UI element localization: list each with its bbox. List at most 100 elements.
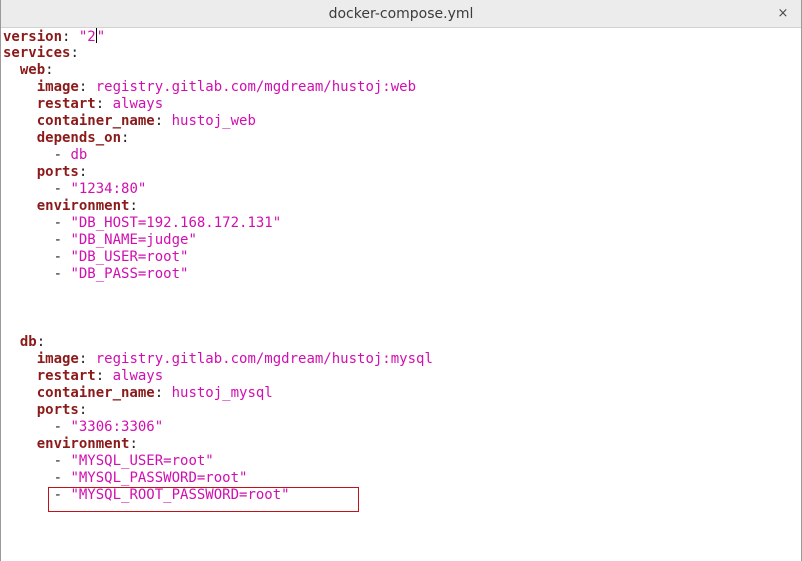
list-dash: - — [53, 453, 71, 469]
yaml-separator: : — [95, 96, 113, 112]
close-icon[interactable]: × — [773, 4, 793, 24]
yaml-value: hustoj_web — [171, 113, 256, 129]
yaml-value: "DB_HOST=192.168.172.131" — [70, 215, 282, 231]
list-dash: - — [53, 215, 71, 231]
yaml-key: depends_on — [36, 130, 122, 146]
yaml-key: restart — [36, 368, 96, 384]
yaml-value: "1234:80" — [70, 181, 147, 197]
yaml-value: "3306:3306" — [70, 419, 164, 435]
code-line: - "DB_USER=root" — [3, 249, 799, 266]
yaml-key: image — [36, 351, 79, 367]
list-dash: - — [53, 470, 71, 486]
yaml-key: restart — [36, 96, 96, 112]
yaml-key: environment — [36, 198, 130, 214]
text-editor-area[interactable]: version: "2" services: web: image: regist… — [3, 28, 799, 561]
yaml-value: db — [70, 147, 88, 163]
yaml-value: always — [112, 96, 164, 112]
yaml-key: environment — [36, 436, 130, 452]
yaml-value: "MYSQL_USER=root" — [70, 453, 214, 469]
code-line: restart: always — [3, 368, 799, 385]
yaml-key: services — [3, 45, 71, 61]
yaml-separator: : — [78, 402, 88, 418]
code-line: db: — [3, 334, 799, 351]
yaml-key: web — [19, 62, 46, 78]
code-line: - db — [3, 147, 799, 164]
yaml-value: "MYSQL_PASSWORD=root" — [70, 470, 248, 486]
list-dash: - — [53, 181, 71, 197]
yaml-separator: : — [45, 62, 54, 78]
title-bar: docker-compose.yml × — [1, 0, 801, 28]
editor-window: docker-compose.yml × version: "2" service… — [0, 0, 802, 561]
yaml-separator: : — [95, 368, 113, 384]
code-line: web: — [3, 62, 799, 79]
yaml-separator: : — [129, 436, 138, 452]
yaml-value: "DB_USER=root" — [70, 249, 189, 265]
code-line: services: — [3, 45, 799, 62]
code-line: - "DB_PASS=root" — [3, 266, 799, 283]
code-line: version: "2" — [3, 28, 799, 45]
yaml-value: "2" — [78, 28, 106, 45]
window-title: docker-compose.yml — [328, 6, 474, 22]
code-line: - "1234:80" — [3, 181, 799, 198]
code-line: ports: — [3, 402, 799, 419]
text-cursor — [95, 28, 97, 43]
yaml-value: always — [112, 368, 164, 384]
yaml-separator: : — [78, 164, 88, 180]
code-line: restart: always — [3, 96, 799, 113]
yaml-separator: : — [36, 334, 46, 350]
yaml-key: image — [36, 79, 79, 95]
yaml-key: container_name — [36, 385, 155, 401]
yaml-separator: : — [154, 113, 172, 129]
code-line: image: registry.gitlab.com/mgdream/husto… — [3, 79, 799, 96]
yaml-separator: : — [129, 198, 138, 214]
yaml-value: "DB_NAME=judge" — [70, 232, 197, 248]
code-line: - "DB_NAME=judge" — [3, 232, 799, 249]
code-line: environment: — [3, 198, 799, 215]
yaml-key: db — [19, 334, 37, 350]
list-dash: - — [53, 419, 71, 435]
list-dash: - — [53, 232, 71, 248]
code-line: image: registry.gitlab.com/mgdream/husto… — [3, 351, 799, 368]
code-line: container_name: hustoj_web — [3, 113, 799, 130]
yaml-separator: : — [62, 29, 79, 45]
yaml-key: container_name — [36, 113, 155, 129]
code-line: - "3306:3306" — [3, 419, 799, 436]
yaml-separator: : — [154, 385, 172, 401]
yaml-separator: : — [78, 79, 96, 95]
code-line: environment: — [3, 436, 799, 453]
yaml-value: "DB_PASS=root" — [70, 266, 189, 282]
code-line: ports: — [3, 164, 799, 181]
yaml-separator: : — [70, 45, 79, 61]
list-dash: - — [53, 249, 71, 265]
annotation-highlight-box — [48, 487, 359, 512]
code-line: - "DB_HOST=192.168.172.131" — [3, 215, 799, 232]
yaml-key: ports — [36, 164, 79, 180]
yaml-key: version — [3, 29, 63, 45]
code-line: - "MYSQL_PASSWORD=root" — [3, 470, 799, 487]
code-line: depends_on: — [3, 130, 799, 147]
list-dash: - — [53, 147, 71, 163]
yaml-value: registry.gitlab.com/mgdream/hustoj:web — [95, 79, 417, 95]
list-dash: - — [53, 266, 71, 282]
